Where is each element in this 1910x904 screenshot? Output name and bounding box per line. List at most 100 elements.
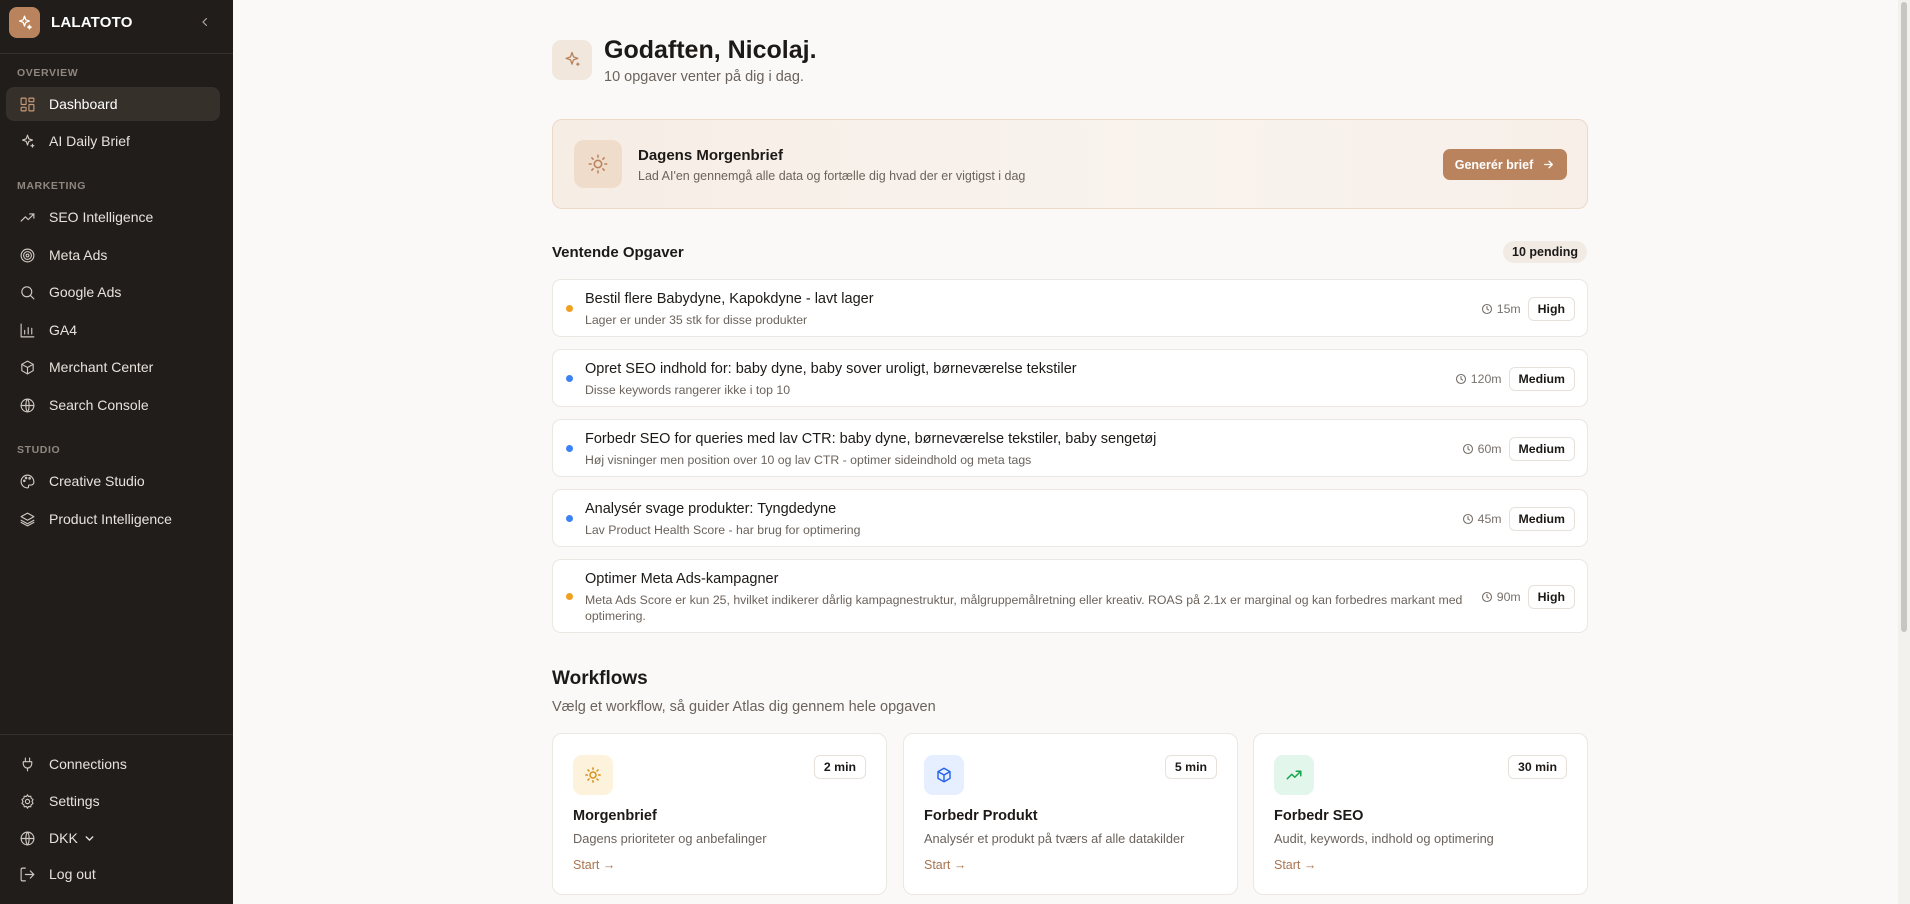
task-meta: 90m High [1481, 585, 1575, 609]
task-time-value: 90m [1496, 590, 1521, 604]
workflow-card-forbedr-seo[interactable]: 30 min Forbedr SEO Audit, keywords, indh… [1253, 733, 1588, 895]
sidebar-item-dashboard[interactable]: Dashboard [6, 87, 220, 121]
priority-dot [566, 515, 573, 522]
task-subtitle: Disse keywords rangerer ikke i top 10 [585, 383, 791, 397]
sidebar-item-meta-ads[interactable]: Meta Ads [6, 238, 220, 272]
brief-subtitle: Lad AI'en gennemgå alle data og fortælle… [638, 169, 1026, 183]
sidebar-item-search-console[interactable]: Search Console [6, 388, 220, 422]
task-time: 45m [1462, 512, 1502, 526]
task-row[interactable]: Opret SEO indhold for: baby dyne, baby s… [552, 349, 1588, 407]
sidebar-item-merchant-center[interactable]: Merchant Center [6, 350, 220, 384]
sidebar-item-label: Dashboard [49, 96, 118, 112]
scrollbar-thumb[interactable] [1901, 2, 1907, 632]
task-meta: 15m High [1481, 297, 1575, 321]
task-time-value: 60m [1477, 442, 1502, 456]
task-time: 15m [1481, 302, 1521, 316]
task-meta: 45m Medium [1462, 507, 1575, 531]
sidebar-item-google-ads[interactable]: Google Ads [6, 275, 220, 309]
logout-icon [17, 864, 37, 884]
plug-icon [17, 754, 37, 774]
sidebar-item-ga4[interactable]: GA4 [6, 313, 220, 347]
package-icon [17, 357, 37, 377]
gear-icon [17, 791, 37, 811]
brand-logo-icon [9, 6, 40, 38]
priority-badge: High [1527, 585, 1575, 609]
task-subtitle: Lager er under 35 stk for disse produkte… [585, 313, 808, 327]
sidebar-item-label: Log out [49, 866, 96, 882]
sidebar-divider [0, 734, 233, 735]
priority-badge: Medium [1508, 507, 1575, 531]
search-icon [17, 282, 37, 302]
page-subtitle: 10 opgaver venter på dig i dag. [604, 69, 804, 85]
section-label-marketing: MARKETING [17, 180, 86, 192]
trending-up-icon [1274, 755, 1314, 795]
generate-brief-button[interactable]: Generér brief [1443, 149, 1567, 180]
sidebar-item-label: Google Ads [49, 284, 122, 300]
workflow-description: Analysér et produkt på tværs af alle dat… [924, 831, 1185, 846]
task-row[interactable]: Optimer Meta Ads-kampagner Meta Ads Score… [552, 559, 1588, 633]
workflows-subtitle: Vælg et workflow, så guider Atlas dig ge… [552, 699, 936, 715]
priority-badge: High [1527, 297, 1575, 321]
target-icon [17, 245, 37, 265]
task-meta: 60m Medium [1462, 437, 1575, 461]
task-title: Optimer Meta Ads-kampagner [585, 571, 779, 587]
sidebar-item-label: SEO Intelligence [49, 209, 154, 225]
collapse-sidebar-button[interactable] [196, 13, 214, 31]
workflow-start-link[interactable]: Start → [924, 858, 966, 872]
task-row[interactable]: Forbedr SEO for queries med lav CTR: bab… [552, 419, 1588, 477]
priority-dot [566, 593, 573, 600]
sidebar-item-ai-daily-brief[interactable]: AI Daily Brief [6, 124, 220, 158]
task-row[interactable]: Bestil flere Babydyne, Kapokdyne - lavt … [552, 279, 1588, 337]
dashboard-grid-icon [17, 94, 37, 114]
package-icon [924, 755, 964, 795]
workflow-name: Morgenbrief [573, 808, 657, 824]
workflow-card-forbedr-produkt[interactable]: 5 min Forbedr Produkt Analysér et produk… [903, 733, 1238, 895]
clock-icon [1481, 591, 1492, 603]
sidebar-item-log-out[interactable]: Log out [6, 857, 220, 891]
workflow-name: Forbedr SEO [1274, 808, 1364, 824]
workflow-description: Dagens prioriteter og anbefalinger [573, 831, 767, 846]
morning-brief-card: Dagens Morgenbrief Lad AI'en gennemgå al… [552, 119, 1588, 209]
layers-icon [17, 509, 37, 529]
duration-badge: 5 min [1164, 755, 1217, 779]
sun-icon [574, 140, 622, 188]
chevron-down-icon [83, 832, 96, 845]
task-subtitle: Meta Ads Score er kun 25, hvilket indike… [585, 593, 1463, 623]
workflow-name: Forbedr Produkt [924, 808, 1038, 824]
bar-chart-icon [17, 320, 37, 340]
workflow-start-link[interactable]: Start → [1274, 858, 1316, 872]
currency-label: DKK [49, 830, 78, 846]
sidebar-item-label: Product Intelligence [49, 511, 172, 527]
workflow-card-morgenbrief[interactable]: 2 min Morgenbrief Dagens prioriteter og … [552, 733, 887, 895]
clock-icon [1455, 373, 1466, 385]
task-title: Forbedr SEO for queries med lav CTR: bab… [585, 431, 1157, 447]
pending-count-badge: 10 pending [1503, 241, 1587, 263]
currency-selector[interactable]: DKK [6, 821, 220, 855]
duration-badge: 30 min [1508, 755, 1567, 779]
workflow-description: Audit, keywords, indhold og optimering [1274, 831, 1494, 846]
sidebar-item-product-intelligence[interactable]: Product Intelligence [6, 502, 220, 536]
chevron-left-icon [202, 17, 208, 27]
priority-dot [566, 375, 573, 382]
task-meta: 120m Medium [1455, 367, 1575, 391]
page-title: Godaften, Nicolaj. [604, 36, 817, 64]
sparkle-icon [552, 40, 592, 80]
task-time: 90m [1481, 590, 1521, 604]
clock-icon [1481, 303, 1492, 315]
sidebar-item-settings[interactable]: Settings [6, 784, 220, 818]
sidebar-item-label: Connections [49, 756, 127, 772]
sidebar-item-connections[interactable]: Connections [6, 747, 220, 781]
brand[interactable]: LALATOTO [9, 6, 224, 38]
sidebar-item-creative-studio[interactable]: Creative Studio [6, 464, 220, 498]
page-scrollbar[interactable] [1898, 0, 1910, 904]
task-time-value: 45m [1477, 512, 1502, 526]
task-row[interactable]: Analysér svage produkter: Tyngdedyne Lav … [552, 489, 1588, 547]
brief-title: Dagens Morgenbrief [638, 147, 784, 164]
sidebar-item-label: Merchant Center [49, 359, 154, 375]
sidebar-item-seo-intelligence[interactable]: SEO Intelligence [6, 200, 220, 234]
sun-icon [573, 755, 613, 795]
task-title: Bestil flere Babydyne, Kapokdyne - lavt … [585, 291, 874, 307]
sidebar-item-label: AI Daily Brief [49, 133, 130, 149]
workflow-start-link[interactable]: Start → [573, 858, 615, 872]
task-time: 120m [1455, 372, 1502, 386]
